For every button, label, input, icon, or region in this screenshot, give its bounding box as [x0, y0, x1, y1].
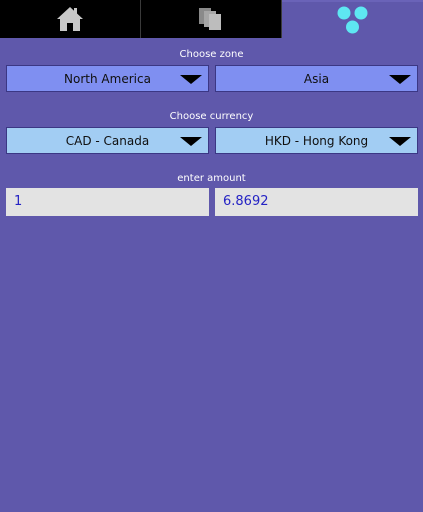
tab-home[interactable]: [0, 0, 140, 38]
chevron-down-icon: [389, 137, 411, 146]
tab-converter[interactable]: [282, 0, 423, 38]
from-zone-value: North America: [64, 72, 151, 86]
from-currency-value: CAD - Canada: [65, 134, 150, 148]
from-currency-dropdown[interactable]: CAD - Canada: [6, 127, 209, 154]
tab-pages[interactable]: [140, 0, 282, 38]
three-dots-icon: [337, 6, 367, 34]
to-zone-value: Asia: [303, 72, 330, 86]
chevron-down-icon: [180, 137, 202, 146]
to-currency-value: HKD - Hong Kong: [264, 134, 369, 148]
choose-zone-label: Choose zone: [179, 49, 244, 60]
enter-amount-label: enter amount: [177, 173, 246, 184]
amount-input[interactable]: 1: [6, 188, 209, 216]
chevron-down-icon: [180, 75, 202, 84]
to-zone-dropdown[interactable]: Asia: [215, 65, 418, 92]
stacked-pages-icon: [199, 8, 221, 30]
choose-currency-label: Choose currency: [169, 111, 254, 122]
to-currency-dropdown[interactable]: HKD - Hong Kong: [215, 127, 418, 154]
from-zone-dropdown[interactable]: North America: [6, 65, 209, 92]
converted-amount-field[interactable]: 6.8692: [215, 188, 418, 216]
home-icon: [57, 7, 83, 31]
chevron-down-icon: [389, 75, 411, 84]
tab-bar: [0, 0, 423, 38]
